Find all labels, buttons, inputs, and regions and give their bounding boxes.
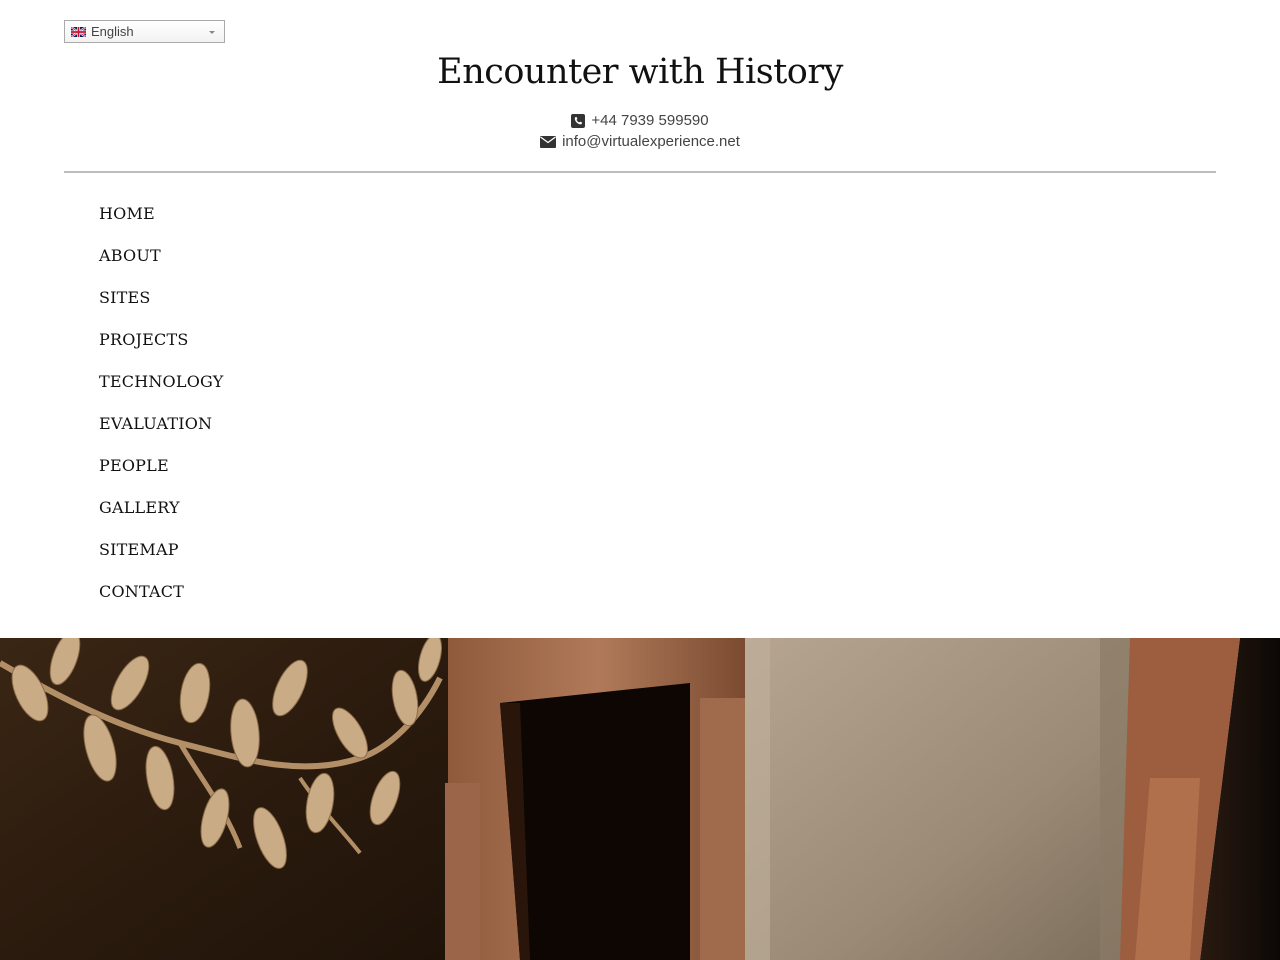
phone-number[interactable]: +44 7939 599590 bbox=[591, 112, 708, 129]
nav-link-about[interactable]: ABOUT bbox=[99, 243, 161, 269]
uk-flag-icon bbox=[71, 26, 86, 37]
phone-line: +44 7939 599590 bbox=[0, 112, 1280, 129]
envelope-icon bbox=[540, 135, 557, 148]
language-select-value: English bbox=[91, 24, 134, 39]
nav-link-projects[interactable]: PROJECTS bbox=[99, 327, 189, 353]
nav-link-evaluation[interactable]: EVALUATION bbox=[99, 411, 212, 437]
nav-link-technology[interactable]: TECHNOLOGY bbox=[99, 369, 223, 395]
email-address[interactable]: info@virtualexperience.net bbox=[562, 133, 740, 150]
nav-item-home: HOME bbox=[99, 201, 223, 243]
nav-item-about: ABOUT bbox=[99, 243, 223, 285]
nav-link-contact[interactable]: CONTACT bbox=[99, 579, 184, 605]
nav-link-sitemap[interactable]: SITEMAP bbox=[99, 537, 179, 563]
nav-link-sites[interactable]: SITES bbox=[99, 285, 151, 311]
phone-square-icon bbox=[571, 113, 586, 128]
historic-interior-illustration bbox=[0, 638, 1280, 960]
header-divider bbox=[64, 171, 1216, 173]
hero-image bbox=[0, 638, 1280, 960]
nav-item-sitemap: SITEMAP bbox=[99, 537, 223, 579]
email-line: info@virtualexperience.net bbox=[0, 133, 1280, 150]
nav-link-gallery[interactable]: GALLERY bbox=[99, 495, 180, 521]
nav-item-evaluation: EVALUATION bbox=[99, 411, 223, 453]
site-title: Encounter with History bbox=[437, 52, 843, 92]
nav-link-people[interactable]: PEOPLE bbox=[99, 453, 169, 479]
main-nav: HOME ABOUT SITES PROJECTS TECHNOLOGY EVA… bbox=[99, 201, 223, 621]
chevron-down-icon bbox=[209, 31, 215, 34]
nav-item-contact: CONTACT bbox=[99, 579, 223, 621]
nav-item-people: PEOPLE bbox=[99, 453, 223, 495]
nav-item-sites: SITES bbox=[99, 285, 223, 327]
nav-item-technology: TECHNOLOGY bbox=[99, 369, 223, 411]
nav-link-home[interactable]: HOME bbox=[99, 201, 155, 227]
nav-item-gallery: GALLERY bbox=[99, 495, 223, 537]
language-select[interactable]: English bbox=[64, 20, 225, 43]
nav-item-projects: PROJECTS bbox=[99, 327, 223, 369]
